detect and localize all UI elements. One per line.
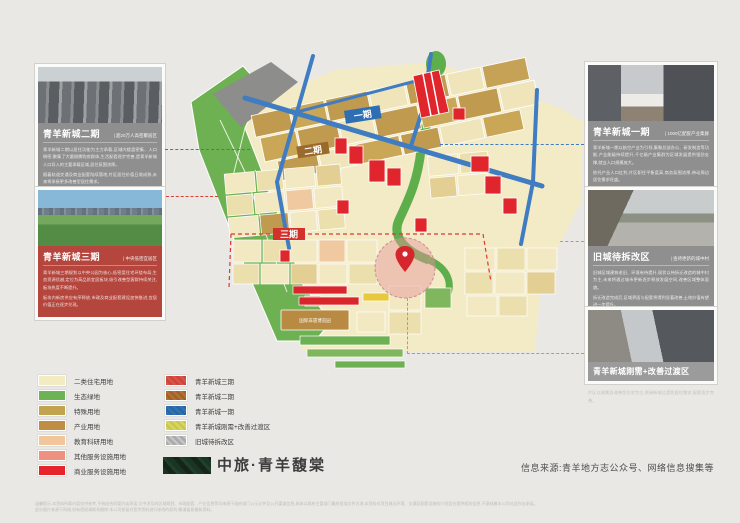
legend-item-eco-green: 生态绿地 [38,390,100,401]
legend-item-other-service: 其他服务设施用地 [38,450,126,461]
connector-phase1-card [440,144,584,145]
legend-item-commercial: 商业服务设施用地 [38,465,126,476]
svg-text:三期: 三期 [280,229,298,240]
card-phase1: 青羊新城一期 | 1000亿配套产业集群 青羊新城一期以航空产业为引领,集聚总部… [585,62,717,195]
card-phase1-body2: 依托产业人口红利,片区职住平衡度高,商务氛围浓厚,带动周边居住需求旺盛。 [593,169,709,184]
commercial-swatch [38,465,66,476]
card-phase3: 青羊新城三期 | 中央低密宜居区 青羊新城三期规划以中央公园为核心,低密度住宅环… [35,187,165,320]
legend-item-transition: 青羊新城刚需+改善过渡区 [165,420,270,431]
brand-logo-image [163,457,211,474]
card-phase3-title: 青羊新城三期 [43,250,100,263]
legend-item-phase1: 青羊新城一期 [165,405,234,416]
legend-item-industry: 产业用地 [38,420,100,431]
phase3-photo [38,190,162,246]
brand-logo-text: 中旅·青羊馥棠 [217,454,326,475]
card-phase3-body2: 板块内新房供应有序释放,市政及商业配套建设加快推进,宜居价值正在逐步兑现。 [43,294,157,309]
residential-swatch [38,375,66,386]
card-phase2-body2: 随着轨道交通及商业配套陆续落地,片区居住价值日渐成熟,未来将承接更多改善型居住需… [43,171,157,186]
legend-item-phase2: 青羊新城二期 [165,390,234,401]
card-phase2: 青羊新城二期 | 超20万人高密聚居区 青羊新城二期以居住功能为主力承载,区域内… [35,64,165,197]
phase2-swatch [165,390,187,401]
phase3-swatch [165,375,187,386]
disclaimer-line2: 部分图片来源于网络,如有侵权请联系删除;本公司保留对宣传资料进行修改的权利,敬请… [35,507,707,513]
eco-green-swatch [38,390,66,401]
special-swatch [38,405,66,416]
card-transition-note: 片区以刚需及改善型住宅为主,承接新城过渡性居住需求,配套逐步完善。 [588,389,714,404]
card-transition: 青羊新城刚需+改善过渡区 [585,307,717,384]
transition-swatch [165,420,187,431]
master-plan-map: 国际非遗博览园 一期 二期 三期 [185,50,587,380]
transition-photo [588,310,714,362]
phase1-photo [588,65,714,121]
industry-swatch [38,420,66,431]
card-phase3-subtitle: | 中央低密宜居区 [123,256,157,262]
phase3-label: 三期 [273,228,305,240]
poster-canvas: 国际非遗博览园 一期 二期 三期 [0,0,740,523]
connector-oldtown-card [560,241,584,242]
info-source-text: 信息来源:青羊地方志公众号、网络信息搜集等 [521,461,714,474]
card-oldtown-title: 旧城待拆改区 [593,250,650,263]
connector-transition-vertical [407,298,408,354]
connector-transition-horizontal [407,353,584,354]
disclaimer-footer: 温馨提示:本资料所载内容仅供参考,不构成合同要约或承诺;文中涉及的区域规划、市政… [35,501,707,514]
legend-item-residential: 二类住宅用地 [38,375,113,386]
education-swatch [38,435,66,446]
oldtown-swatch [165,435,187,446]
legend-item-oldtown: 旧城待拆改区 [165,435,234,446]
card-phase2-subtitle: | 超20万人高密聚居区 [114,133,157,139]
card-phase1-body1: 青羊新城一期以航空产业为引领,集聚总部办公、研发制造等功能,产业能级持续提升,千… [593,144,709,166]
card-phase2-body1: 青羊新城二期以居住功能为主力承载,区域内楼盘密集、人口稠密,聚集了大量刚需购房群… [43,146,157,168]
card-oldtown: 旧城待拆改区 | 亟待更新的城中村 旧城区域建筑老旧、环境有待提升,现状以待拆迁… [585,187,717,320]
card-oldtown-body1: 旧城区域建筑老旧、环境有待提升,现状以待拆迁改造的城中村为主,未来将通过城市更新… [593,269,709,291]
card-phase2-title: 青羊新城二期 [43,127,100,140]
card-transition-title: 青羊新城刚需+改善过渡区 [588,362,714,381]
heritage-park-label: 国际非遗博览园 [299,317,331,324]
legend-item-education: 教育科研用地 [38,435,113,446]
connector-phase2-card [165,149,250,150]
legend-item-special: 特殊用地 [38,405,100,416]
phase1-swatch [165,405,187,416]
project-highlight [375,238,435,298]
phase2-photo [38,67,162,123]
card-oldtown-subtitle: | 亟待更新的城中村 [671,256,709,262]
card-phase1-title: 青羊新城一期 [593,125,650,138]
connector-phase3-card [166,196,218,197]
other-service-swatch [38,450,66,461]
card-phase1-subtitle: | 1000亿配套产业集群 [665,131,709,137]
oldtown-photo [588,190,714,246]
card-phase3-body1: 青羊新城三期规划以中央公园为核心,低密度住宅环绕布局,生态资源优越,定位为高品质… [43,269,157,291]
